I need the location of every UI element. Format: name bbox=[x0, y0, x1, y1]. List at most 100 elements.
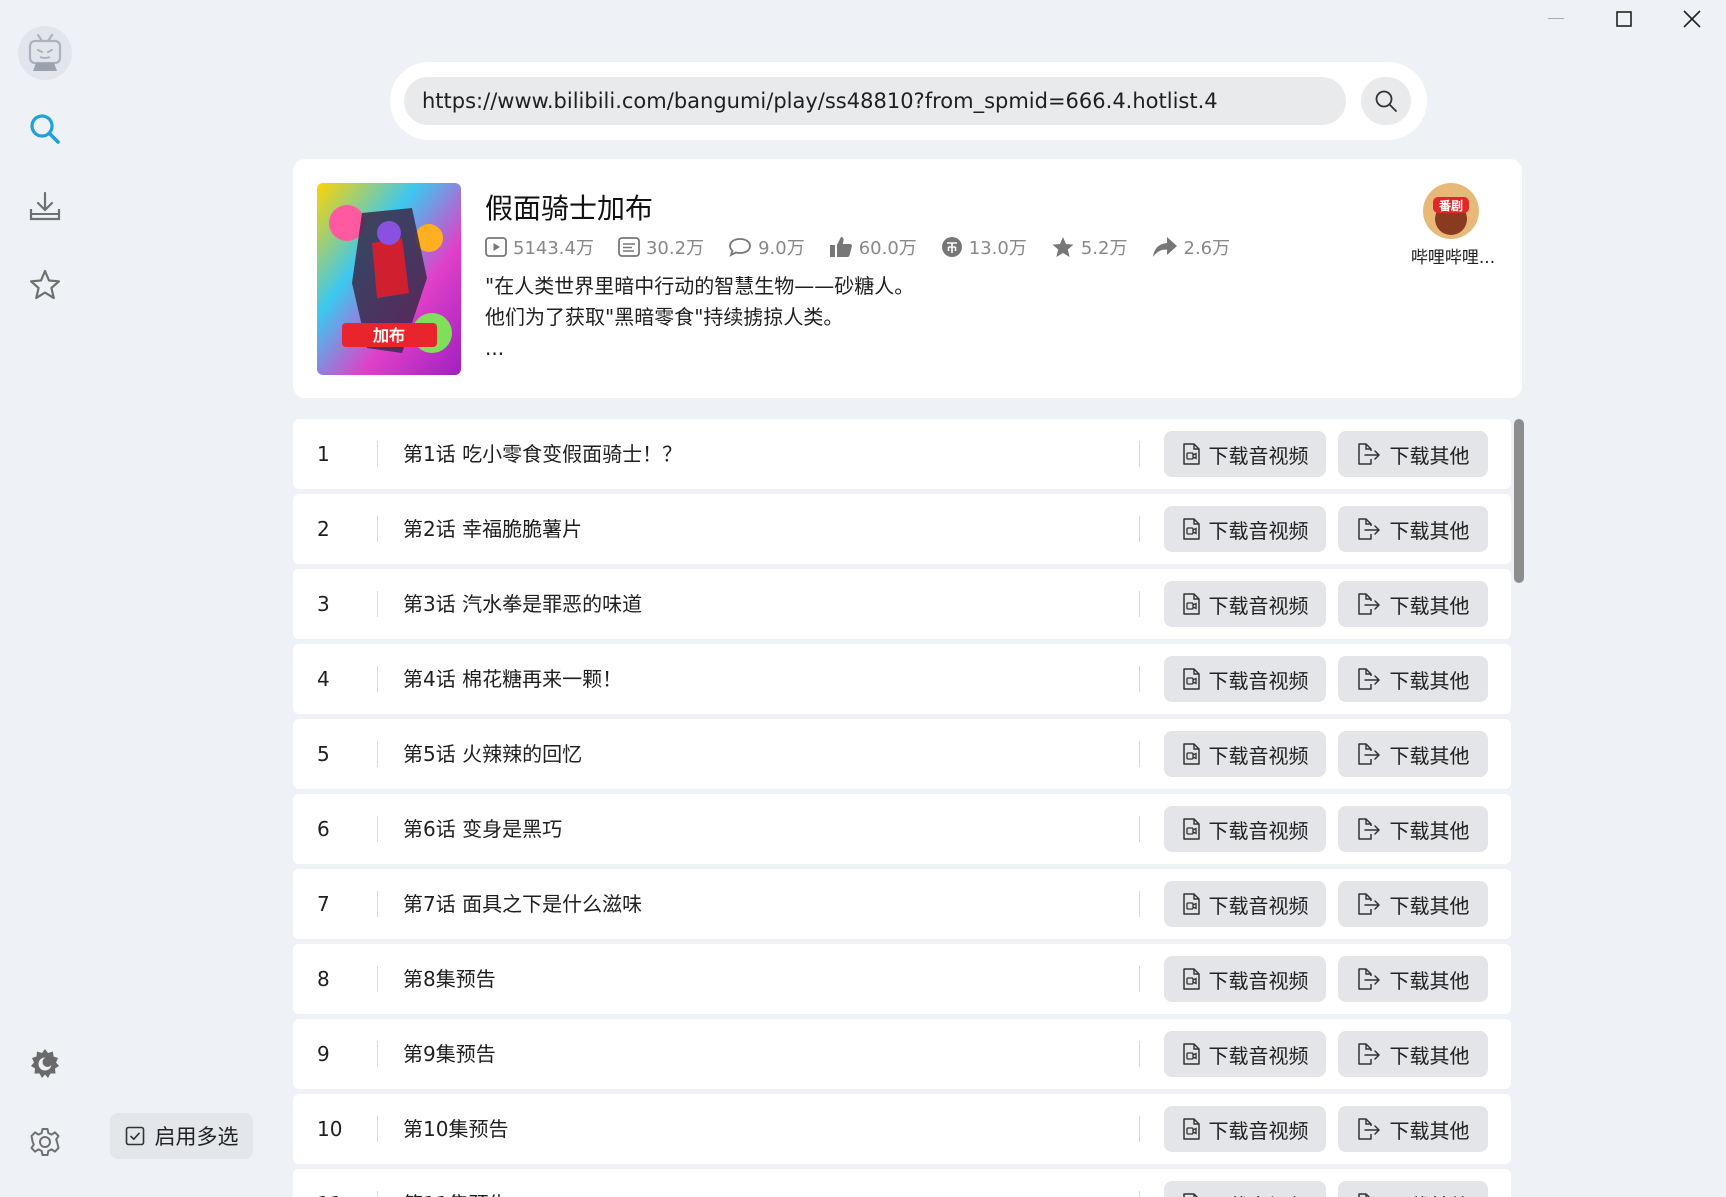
table-row: 5 第5话 火辣辣的回忆 下载音视频 下载其他 bbox=[293, 719, 1511, 789]
table-row: 10 第10集预告 下载音视频 下载其他 bbox=[293, 1094, 1511, 1164]
divider bbox=[1139, 666, 1140, 692]
minimize-icon bbox=[1548, 18, 1564, 19]
download-av-button[interactable]: 下载音视频 bbox=[1164, 656, 1326, 702]
download-av-button[interactable]: 下载音视频 bbox=[1164, 881, 1326, 927]
download-other-button[interactable]: 下载其他 bbox=[1338, 956, 1488, 1002]
download-av-label: 下载音视频 bbox=[1208, 1043, 1309, 1068]
download-other-button[interactable]: 下载其他 bbox=[1338, 506, 1488, 552]
download-other-button[interactable]: 下载其他 bbox=[1338, 881, 1488, 927]
minimize-button[interactable] bbox=[1522, 0, 1590, 38]
download-other-label: 下载其他 bbox=[1389, 443, 1470, 468]
theme-toggle[interactable] bbox=[23, 1042, 67, 1086]
stat-shares-value: 2.6万 bbox=[1183, 238, 1231, 259]
download-other-button[interactable]: 下载其他 bbox=[1338, 806, 1488, 852]
download-av-button[interactable]: 下载音视频 bbox=[1164, 1181, 1326, 1197]
nav-downloads[interactable] bbox=[23, 185, 67, 229]
download-other-label: 下载其他 bbox=[1389, 518, 1470, 543]
download-other-button[interactable]: 下载其他 bbox=[1338, 1106, 1488, 1152]
settings-button[interactable] bbox=[23, 1120, 67, 1164]
danmaku-icon bbox=[618, 237, 640, 257]
episode-list: 1 第1话 吃小零食变假面骑士！？ 下载音视频 下载其他 2 第2话 幸福脆脆薯… bbox=[293, 419, 1511, 1197]
download-av-button[interactable]: 下载音视频 bbox=[1164, 806, 1326, 852]
theme-icon bbox=[31, 1049, 59, 1078]
search-icon bbox=[30, 114, 60, 144]
download-av-label: 下载音视频 bbox=[1208, 893, 1309, 918]
file-export-icon bbox=[1357, 1193, 1370, 1197]
stat-likes: 60.0万 bbox=[829, 234, 917, 260]
file-export-icon bbox=[1357, 443, 1380, 465]
uploader-name[interactable]: 哔哩哔哩... bbox=[1393, 243, 1513, 268]
sidebar bbox=[0, 0, 90, 1197]
download-other-label: 下载其他 bbox=[1389, 818, 1470, 843]
download-av-button[interactable]: 下载音视频 bbox=[1164, 506, 1326, 552]
thumbs-up-icon bbox=[829, 237, 852, 257]
episode-title: 第10集预告 bbox=[403, 1117, 509, 1141]
divider bbox=[1139, 1116, 1140, 1142]
svg-text:加布: 加布 bbox=[372, 326, 405, 345]
gear-icon bbox=[30, 1128, 60, 1156]
file-export-icon bbox=[1357, 1043, 1380, 1065]
download-av-button[interactable]: 下载音视频 bbox=[1164, 431, 1326, 477]
uploader-avatar[interactable]: 番剧 bbox=[1423, 183, 1479, 239]
divider bbox=[377, 591, 378, 617]
stat-favorites-value: 5.2万 bbox=[1080, 238, 1128, 259]
close-window-button[interactable] bbox=[1658, 0, 1726, 38]
comment-icon bbox=[729, 238, 751, 257]
url-input[interactable] bbox=[404, 77, 1346, 125]
nav-favorites[interactable] bbox=[23, 263, 67, 307]
episode-title: 第4话 棉花糖再来一颗！ bbox=[403, 667, 623, 691]
episode-title: 第6话 变身是黑巧 bbox=[403, 817, 563, 841]
divider bbox=[377, 966, 378, 992]
file-export-icon bbox=[1357, 1118, 1380, 1140]
episode-title: 第9集预告 bbox=[403, 1042, 496, 1066]
favorite-star-icon bbox=[1052, 237, 1074, 257]
video-file-icon bbox=[1182, 593, 1200, 615]
cover-art: 加布 bbox=[317, 183, 461, 375]
table-row: 6 第6话 变身是黑巧 下载音视频 下载其他 bbox=[293, 794, 1511, 864]
download-av-button[interactable]: 下载音视频 bbox=[1164, 1031, 1326, 1077]
table-row: 4 第4话 棉花糖再来一颗！ 下载音视频 下载其他 bbox=[293, 644, 1511, 714]
download-av-label: 下载音视频 bbox=[1208, 668, 1309, 693]
divider bbox=[1139, 741, 1140, 767]
download-other-button[interactable]: 下载其他 bbox=[1338, 431, 1488, 477]
stat-coins-value: 13.0万 bbox=[968, 238, 1027, 259]
download-other-button[interactable]: 下载其他 bbox=[1338, 731, 1488, 777]
coin-icon bbox=[941, 237, 962, 257]
multi-select-button[interactable]: 启用多选 bbox=[110, 1113, 253, 1159]
maximize-icon bbox=[1616, 11, 1632, 27]
download-av-button[interactable]: 下载音视频 bbox=[1164, 956, 1326, 1002]
divider bbox=[1139, 591, 1140, 617]
download-av-button[interactable]: 下载音视频 bbox=[1164, 1106, 1326, 1152]
close-icon bbox=[1683, 10, 1701, 28]
download-other-button[interactable]: 下载其他 bbox=[1338, 1031, 1488, 1077]
table-row: 9 第9集预告 下载音视频 下载其他 bbox=[293, 1019, 1511, 1089]
download-other-button[interactable]: 下载其他 bbox=[1338, 581, 1488, 627]
user-avatar[interactable] bbox=[18, 26, 72, 80]
divider bbox=[377, 441, 378, 467]
checkbox-icon bbox=[125, 1126, 144, 1146]
share-icon bbox=[1152, 237, 1177, 257]
download-other-button[interactable]: 下载其他 bbox=[1338, 1181, 1488, 1197]
download-icon bbox=[29, 191, 61, 221]
stat-favorites: 5.2万 bbox=[1051, 234, 1128, 260]
scrollbar-thumb[interactable] bbox=[1514, 419, 1524, 583]
divider bbox=[1139, 441, 1140, 467]
episode-index: 7 bbox=[317, 892, 330, 916]
cover-image[interactable]: 加布 bbox=[317, 183, 461, 375]
episode-title: 第8集预告 bbox=[403, 967, 496, 991]
download-other-button[interactable]: 下载其他 bbox=[1338, 656, 1488, 702]
download-other-label: 下载其他 bbox=[1389, 1043, 1470, 1068]
maximize-button[interactable] bbox=[1590, 0, 1658, 38]
stat-danmaku-value: 30.2万 bbox=[645, 238, 705, 259]
download-av-label: 下载音视频 bbox=[1208, 443, 1309, 468]
episode-index: 6 bbox=[317, 817, 330, 841]
video-file-icon bbox=[1182, 518, 1200, 540]
divider bbox=[1139, 1041, 1140, 1067]
file-export-icon bbox=[1357, 668, 1380, 690]
search-button[interactable] bbox=[1361, 77, 1411, 125]
search-icon bbox=[1375, 90, 1397, 112]
episode-title: 第5话 火辣辣的回忆 bbox=[403, 742, 583, 766]
nav-search[interactable] bbox=[23, 107, 67, 151]
download-av-button[interactable]: 下载音视频 bbox=[1164, 581, 1326, 627]
download-av-button[interactable]: 下载音视频 bbox=[1164, 731, 1326, 777]
